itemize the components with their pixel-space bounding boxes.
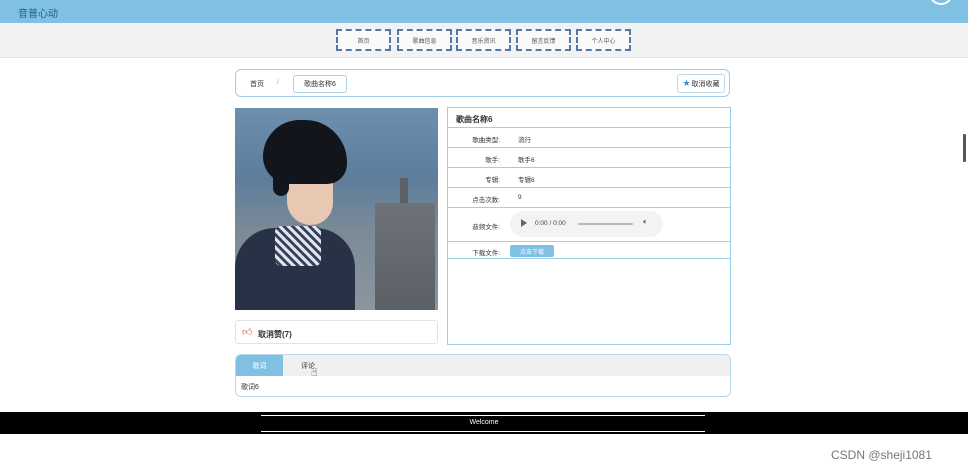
tab-comments[interactable]: 评论 <box>293 355 323 376</box>
footer-divider-bottom <box>261 431 705 432</box>
user-circle-icon[interactable] <box>929 0 953 5</box>
clicks-label: 点击次数: <box>472 197 500 204</box>
footer-divider-top <box>261 415 705 416</box>
nav-item-home[interactable]: 首页 <box>336 29 391 51</box>
page-footer: Welcome <box>0 412 968 434</box>
tab-bar: 歌词 评论 ☝︎ <box>236 355 730 379</box>
breadcrumb-home[interactable]: 首页 <box>250 79 264 89</box>
thumbs-up-icon: 👍︎ <box>242 327 253 338</box>
like-toggle[interactable]: 👍︎ 取消赞(7) <box>235 320 438 344</box>
breadcrumb-separator: / <box>277 79 279 86</box>
audio-time: 0:00 / 0:00 <box>535 220 566 227</box>
song-title-row: 歌曲名称6 <box>448 108 730 128</box>
breadcrumb: 首页 / 歌曲名称6 ★ 取消收藏 <box>235 69 730 97</box>
field-row-download: 下载文件: 点击下载 <box>448 242 730 259</box>
field-row-singer: 歌手: 歌手6 <box>448 148 730 168</box>
album-label: 专辑: <box>485 177 500 184</box>
album-value: 专辑6 <box>518 177 535 184</box>
download-label: 下载文件: <box>472 250 500 257</box>
site-brand[interactable]: 音普心动 <box>18 5 58 20</box>
genre-value: 流行 <box>518 137 531 144</box>
footer-welcome: Welcome <box>469 419 499 426</box>
audio-label: 音频文件: <box>472 224 500 231</box>
singer-value: 歌手6 <box>518 157 535 164</box>
play-icon[interactable] <box>521 219 527 227</box>
clicks-value: 9 <box>518 194 522 201</box>
song-title: 歌曲名称6 <box>456 115 493 124</box>
audio-player[interactable]: 0:00 / 0:00 🔈︎ <box>510 211 663 237</box>
field-row-audio: 音频文件: 0:00 / 0:00 🔈︎ <box>448 208 730 242</box>
field-row-clicks: 点击次数: 9 <box>448 188 730 208</box>
audio-progress-slider[interactable] <box>578 223 633 225</box>
breadcrumb-current: 歌曲名称6 <box>293 75 347 93</box>
detail-tabs: 歌词 评论 ☝︎ 歌词6 <box>235 354 731 397</box>
nav-item-news[interactable]: 音乐资讯 <box>456 29 511 51</box>
song-info-panel: 歌曲名称6 歌曲类型: 流行 歌手: 歌手6 专辑: 专辑6 点击次数: 9 音… <box>447 107 731 345</box>
scrollbar-thumb[interactable] <box>963 134 966 162</box>
main-nav: 首页 歌曲信息 音乐资讯 留言反馈 个人中心 <box>0 23 968 58</box>
nav-item-profile[interactable]: 个人中心 <box>576 29 631 51</box>
field-row-album: 专辑: 专辑6 <box>448 168 730 188</box>
tab-lyrics[interactable]: 歌词 <box>236 355 283 376</box>
top-header: 音普心动 <box>0 0 968 23</box>
field-row-genre: 歌曲类型: 流行 <box>448 128 730 148</box>
song-cover-image <box>235 108 438 310</box>
watermark: CSDN @sheji1081 <box>831 448 932 462</box>
star-icon: ★ <box>682 78 691 88</box>
genre-label: 歌曲类型: <box>472 137 500 144</box>
lyrics-content: 歌词6 <box>241 384 259 391</box>
nav-item-feedback[interactable]: 留言反馈 <box>516 29 571 51</box>
download-button[interactable]: 点击下载 <box>510 245 554 257</box>
unfavorite-button[interactable]: ★ 取消收藏 <box>677 74 725 93</box>
volume-icon[interactable]: 🔈︎ <box>643 217 648 227</box>
like-label: 取消赞(7) <box>258 330 292 339</box>
unfavorite-label: 取消收藏 <box>691 80 720 88</box>
hand-cursor-icon: ☝︎ <box>311 367 318 379</box>
singer-label: 歌手: <box>485 157 500 164</box>
nav-item-songs[interactable]: 歌曲信息 <box>397 29 452 51</box>
